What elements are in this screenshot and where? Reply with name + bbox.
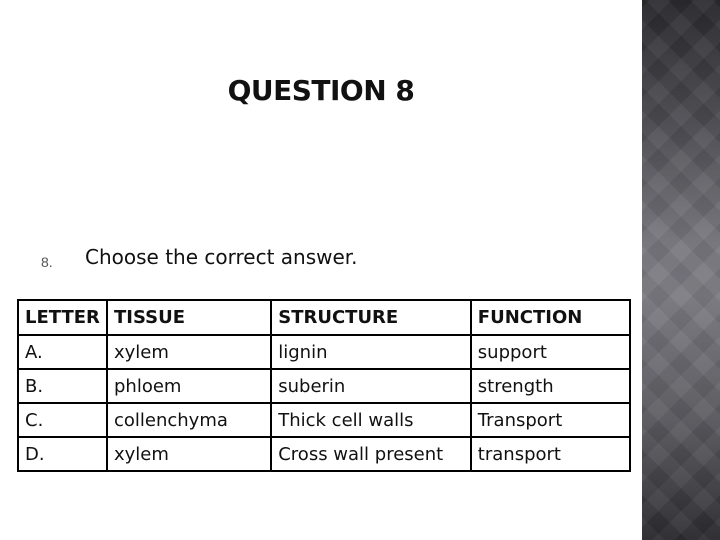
table-row-option-c[interactable]: C. collenchyma Thick cell walls Transpor… bbox=[17, 402, 632, 438]
cell-function: strength bbox=[469, 368, 632, 404]
cell-letter: D. bbox=[17, 436, 108, 472]
cell-function: Transport bbox=[469, 402, 632, 438]
cell-function: support bbox=[469, 334, 632, 370]
cell-letter: A. bbox=[17, 334, 108, 370]
cell-structure: Thick cell walls bbox=[270, 402, 472, 438]
table-row-option-d[interactable]: D. xylem Cross wall present transport bbox=[17, 436, 632, 472]
header-letter: LETTER bbox=[17, 299, 108, 336]
cell-letter: B. bbox=[17, 368, 108, 404]
answer-options-table: LETTER TISSUE STRUCTURE FUNCTION A. xyle… bbox=[17, 299, 632, 472]
cell-tissue: xylem bbox=[105, 436, 273, 472]
cell-structure: suberin bbox=[270, 368, 472, 404]
cell-function: transport bbox=[469, 436, 632, 472]
question-number: 8. bbox=[41, 254, 53, 270]
cell-letter: C. bbox=[17, 402, 108, 438]
decorative-side-band bbox=[642, 0, 720, 540]
cell-structure: lignin bbox=[270, 334, 472, 370]
header-function: FUNCTION bbox=[469, 299, 632, 336]
header-tissue: TISSUE bbox=[105, 299, 273, 336]
slide-title: QUESTION 8 bbox=[227, 74, 415, 107]
question-prompt: 8. Choose the correct answer. bbox=[0, 245, 640, 275]
cell-tissue: collenchyma bbox=[105, 402, 273, 438]
table-row-option-a[interactable]: A. xylem lignin support bbox=[17, 334, 632, 370]
question-text: Choose the correct answer. bbox=[85, 245, 358, 269]
cell-structure: Cross wall present bbox=[270, 436, 472, 472]
header-structure: STRUCTURE bbox=[270, 299, 472, 336]
cell-tissue: phloem bbox=[105, 368, 273, 404]
cell-tissue: xylem bbox=[105, 334, 273, 370]
table-header-row: LETTER TISSUE STRUCTURE FUNCTION bbox=[17, 299, 632, 336]
table-row-option-b[interactable]: B. phloem suberin strength bbox=[17, 368, 632, 404]
